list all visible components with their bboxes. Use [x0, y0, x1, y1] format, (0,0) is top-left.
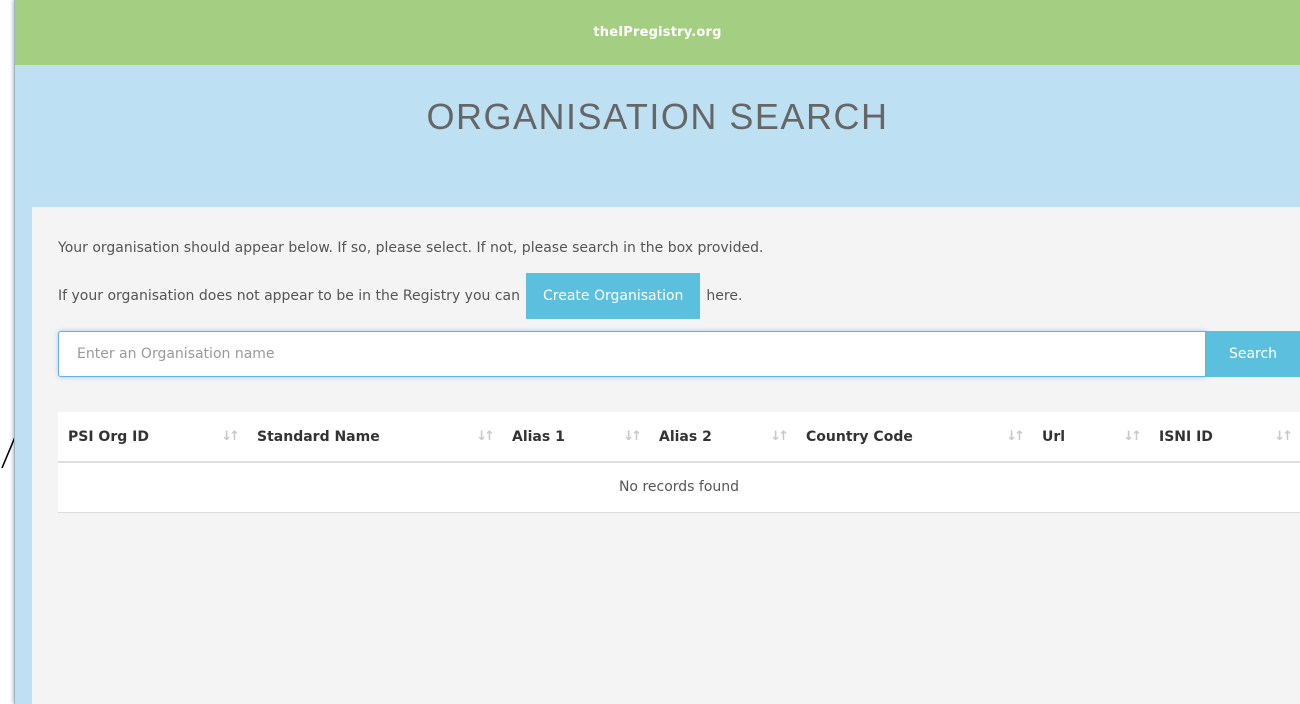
sort-arrows-icon: ↓↑	[221, 429, 240, 444]
create-organisation-button[interactable]: Create Organisation	[526, 273, 701, 319]
column-header-isni-id[interactable]: ISNI ID ↓↑	[1149, 412, 1300, 463]
create-suffix-text: here.	[706, 288, 743, 304]
content-panel: Your organisation should appear below. I…	[32, 207, 1300, 704]
sort-arrows-icon: ↓↑	[476, 429, 495, 444]
search-bar: Search	[58, 331, 1300, 377]
column-header-alias-2[interactable]: Alias 2 ↓↑	[649, 412, 796, 463]
table-row: No records found	[58, 462, 1300, 513]
sort-arrows-icon: ↓↑	[623, 429, 642, 444]
heading-band: ORGANISATION SEARCH	[15, 65, 1300, 207]
top-bar: theIPregistry.org	[15, 0, 1300, 65]
create-organisation-row: If your organisation does not appear to …	[58, 273, 742, 319]
results-table: PSI Org ID ↓↑ Standard Name ↓↑ Alias 1 ↓↑ A…	[58, 412, 1300, 513]
page-title: ORGANISATION SEARCH	[426, 96, 889, 137]
sort-arrows-icon: ↓↑	[1123, 429, 1142, 444]
search-button[interactable]: Search	[1206, 331, 1300, 377]
table-header-row: PSI Org ID ↓↑ Standard Name ↓↑ Alias 1 ↓↑ A…	[58, 412, 1300, 463]
column-header-psi-org-id[interactable]: PSI Org ID ↓↑	[58, 412, 247, 463]
column-header-standard-name[interactable]: Standard Name ↓↑	[247, 412, 502, 463]
page-frame: theIPregistry.org ORGANISATION SEARCH Yo…	[14, 0, 1300, 704]
create-prompt-text: If your organisation does not appear to …	[58, 288, 520, 304]
sort-arrows-icon: ↓↑	[1274, 429, 1293, 444]
sort-arrows-icon: ↓↑	[770, 429, 789, 444]
column-header-url[interactable]: Url ↓↑	[1032, 412, 1149, 463]
sort-arrows-icon: ↓↑	[1006, 429, 1025, 444]
intro-text: Your organisation should appear below. I…	[58, 240, 764, 256]
empty-message: No records found	[58, 462, 1300, 513]
column-header-alias-1[interactable]: Alias 1 ↓↑	[502, 412, 649, 463]
organisation-search-input[interactable]	[58, 331, 1206, 377]
column-header-country-code[interactable]: Country Code ↓↑	[796, 412, 1032, 463]
site-name[interactable]: theIPregistry.org	[593, 25, 721, 40]
